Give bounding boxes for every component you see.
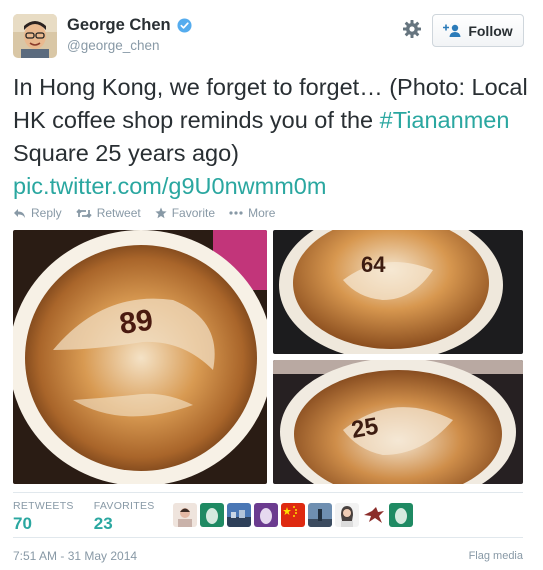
tweet-actions: Reply Retweet Favorite More <box>13 206 275 220</box>
author-handle[interactable]: @george_chen <box>67 38 192 53</box>
user-avatar[interactable] <box>13 14 57 58</box>
retweets-label: RETWEETS <box>13 500 74 512</box>
photo-latte-25[interactable]: 25 <box>273 360 523 484</box>
retweets-stat[interactable]: RETWEETS 70 <box>13 500 74 534</box>
photo-latte-89[interactable]: 89 <box>13 230 267 484</box>
author-block: George Chen @george_chen <box>67 16 192 53</box>
reply-label: Reply <box>31 206 62 220</box>
favorites-count: 23 <box>93 514 113 533</box>
verified-badge-icon <box>177 18 192 33</box>
reply-action[interactable]: Reply <box>13 206 62 220</box>
favoriter-avatar[interactable] <box>173 503 197 527</box>
follow-button[interactable]: Follow <box>432 14 524 47</box>
favorites-stat[interactable]: FAVORITES 23 <box>94 500 155 534</box>
favorites-label: FAVORITES <box>93 500 155 512</box>
favoriter-avatar[interactable] <box>200 503 224 527</box>
tweet-text: In Hong Kong, we forget to forget… (Phot… <box>13 71 533 203</box>
author-name-row[interactable]: George Chen <box>67 16 192 35</box>
flag-media-link[interactable]: Flag media <box>469 550 523 562</box>
retweet-label: Retweet <box>96 206 141 220</box>
reply-icon <box>14 208 25 218</box>
stats-divider-bottom <box>13 537 523 538</box>
favoriter-avatar[interactable] <box>281 503 305 527</box>
retweet-action[interactable]: Retweet <box>76 206 141 220</box>
hashtag-link[interactable]: #Tiananmen <box>380 107 510 133</box>
more-action[interactable]: More <box>229 206 275 220</box>
retweets-count: 70 <box>13 514 32 533</box>
latte-art-number-64: 64 <box>361 252 386 277</box>
favoriter-avatars <box>173 503 413 527</box>
gear-icon[interactable] <box>402 19 422 39</box>
follow-user-icon <box>443 24 461 37</box>
more-label: More <box>248 206 276 220</box>
favoriter-avatar[interactable] <box>227 503 251 527</box>
more-dots-icon <box>229 211 243 215</box>
latte-art-number-89: 89 <box>117 304 155 341</box>
author-display-name[interactable]: George Chen <box>67 16 171 35</box>
stats-divider-top <box>13 492 523 493</box>
tweet-timestamp[interactable]: 7:51 AM - 31 May 2014 <box>13 549 137 563</box>
favoriter-avatar[interactable] <box>254 503 278 527</box>
favorite-action[interactable]: Favorite <box>155 206 215 220</box>
favoriter-avatar[interactable] <box>389 503 413 527</box>
latte-art-number-25: 25 <box>349 413 380 444</box>
favoriter-avatar[interactable] <box>335 503 359 527</box>
follow-button-label: Follow <box>468 22 513 39</box>
tweet-stats: RETWEETS 70 FAVORITES 23 <box>13 500 155 534</box>
retweet-icon <box>76 208 92 218</box>
media-link[interactable]: pic.twitter.com/g9U0nwmm0m <box>13 173 326 199</box>
photo-latte-64[interactable]: 64 <box>273 230 523 354</box>
favoriter-avatar[interactable] <box>362 503 386 527</box>
star-icon <box>155 207 167 219</box>
tweet-text-after: Square 25 years ago) <box>13 140 240 166</box>
favorite-label: Favorite <box>171 206 216 220</box>
favoriter-avatar[interactable] <box>308 503 332 527</box>
